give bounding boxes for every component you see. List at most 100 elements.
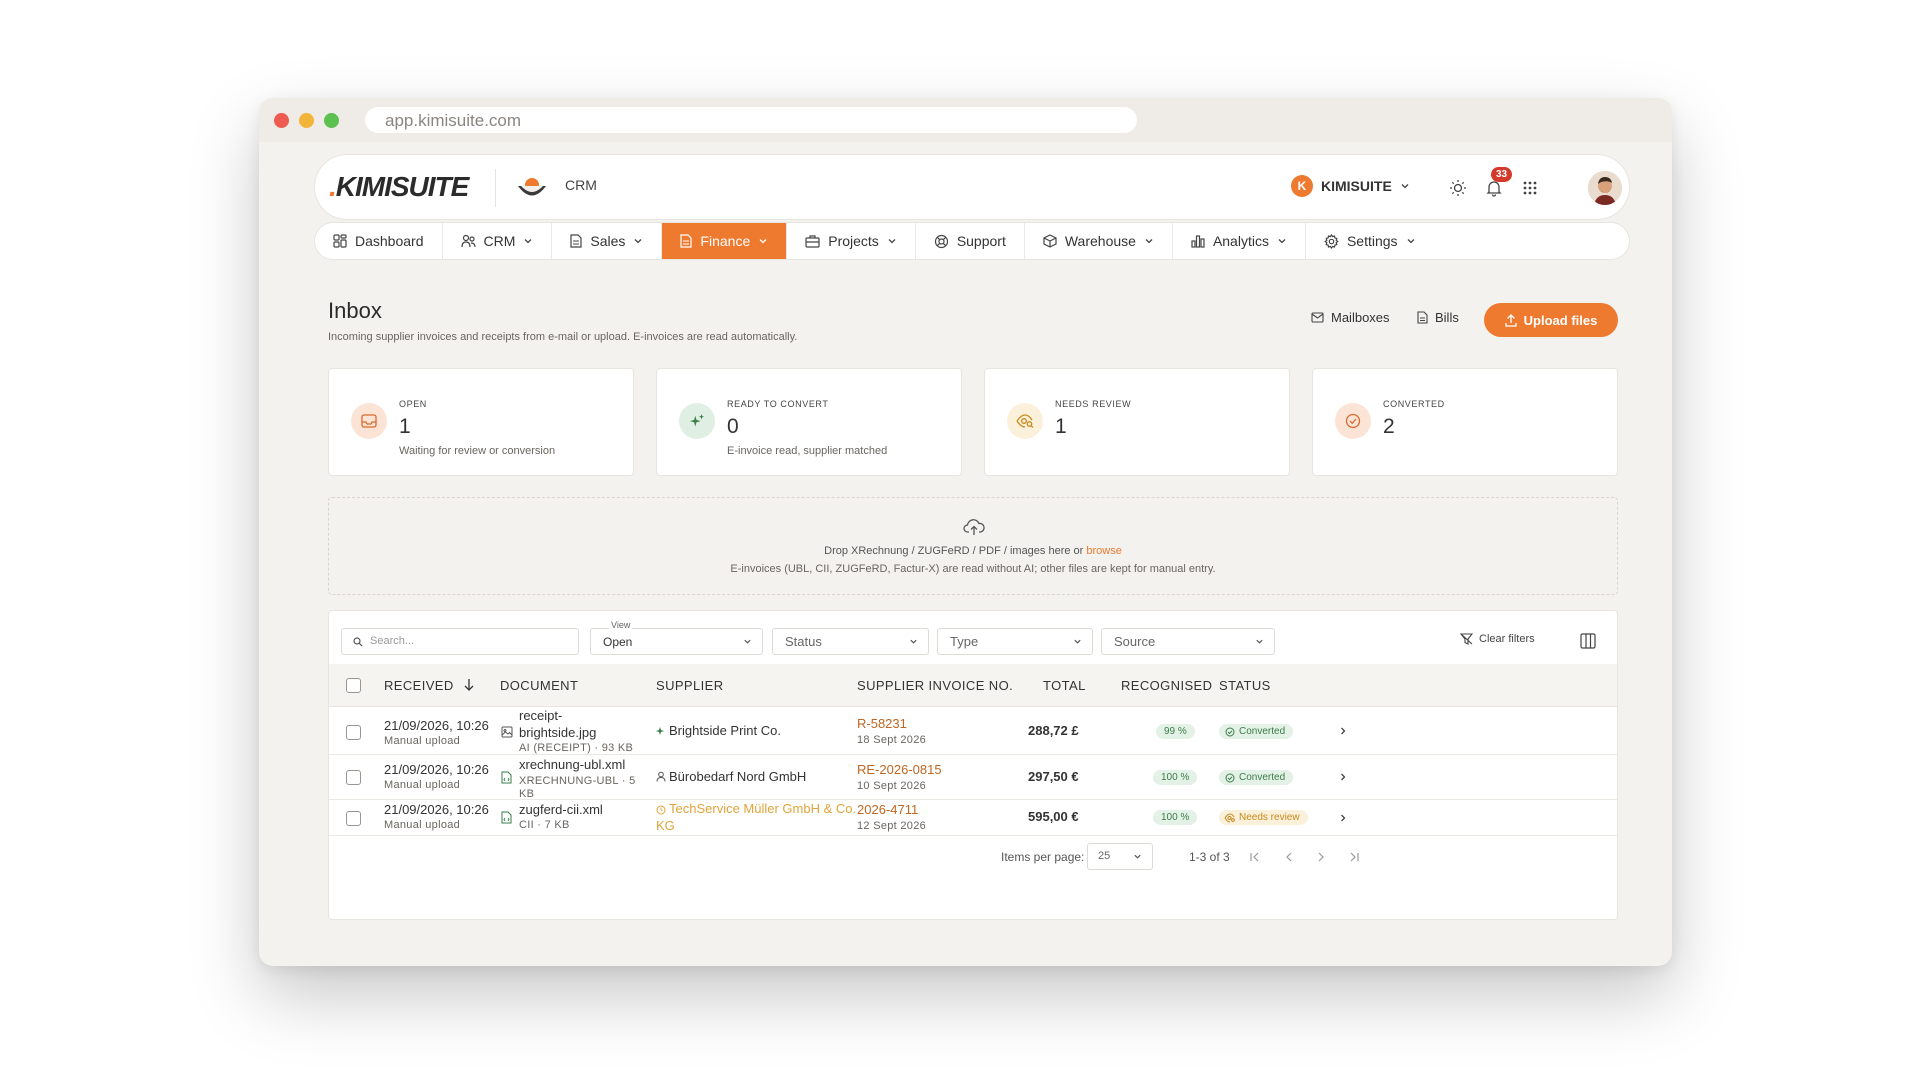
- next-page-icon[interactable]: [1315, 851, 1327, 863]
- total-amount: 297,50 €: [1028, 769, 1079, 784]
- document-name-1[interactable]: xrechnung-ubl.xml: [519, 757, 625, 772]
- address-bar[interactable]: app.kimisuite.com: [365, 107, 1137, 133]
- browse-link[interactable]: browse: [1086, 545, 1121, 557]
- status-filter-label: Status: [785, 634, 822, 649]
- items-per-page-select[interactable]: 25: [1087, 843, 1153, 870]
- status-filter[interactable]: Status: [772, 628, 929, 655]
- document-name-1[interactable]: receipt-: [519, 708, 562, 723]
- apps-button[interactable]: [1517, 175, 1543, 201]
- document-name-1[interactable]: zugferd-cii.xml: [519, 802, 603, 817]
- bills-label: Bills: [1435, 310, 1459, 325]
- previous-page-icon[interactable]: [1283, 851, 1295, 863]
- document-meta-2: KB: [519, 788, 535, 800]
- user-icon: [656, 771, 666, 782]
- stat-card-open[interactable]: OPEN 1 Waiting for review or conversion: [328, 368, 634, 476]
- source-filter[interactable]: Source: [1101, 628, 1275, 655]
- user-avatar[interactable]: [1588, 171, 1622, 205]
- column-recognised[interactable]: RECOGNISED: [1121, 678, 1212, 693]
- view-select[interactable]: View Open: [590, 620, 763, 655]
- supplier-name[interactable]: Bürobedarf Nord GmbH: [669, 769, 806, 784]
- supplier-name-2[interactable]: KG: [656, 818, 675, 833]
- browser-chrome: app.kimisuite.com: [259, 98, 1672, 142]
- grid-icon: [1523, 181, 1537, 195]
- total-amount: 595,00 €: [1028, 809, 1079, 824]
- maximize-window-button[interactable]: [324, 113, 339, 128]
- invoice-number[interactable]: R-58231: [857, 716, 907, 731]
- file-dropzone[interactable]: Drop XRechnung / ZUGFeRD / PDF / images …: [328, 497, 1618, 595]
- type-filter-label: Type: [950, 634, 979, 649]
- notifications-button[interactable]: 33: [1481, 167, 1513, 201]
- nav-item-projects[interactable]: Projects: [787, 223, 916, 259]
- bar-chart-icon: [1191, 235, 1205, 248]
- table-row[interactable]: 21/09/2026, 10:26 Manual upload zugferd-…: [329, 800, 1617, 836]
- column-supplier[interactable]: SUPPLIER: [656, 678, 724, 693]
- close-window-button[interactable]: [274, 113, 289, 128]
- nav-item-analytics[interactable]: Analytics: [1173, 223, 1306, 259]
- table-row[interactable]: 21/09/2026, 10:26 Manual upload xrechnun…: [329, 755, 1617, 800]
- row-checkbox[interactable]: [346, 811, 361, 826]
- status-text: Needs review: [1239, 812, 1300, 823]
- received-source: Manual upload: [384, 735, 461, 747]
- nav-item-crm[interactable]: CRM: [443, 223, 553, 259]
- search-input[interactable]: Search...: [341, 628, 579, 655]
- select-all-checkbox[interactable]: [346, 678, 361, 693]
- stat-card-converted[interactable]: CONVERTED 2: [1312, 368, 1618, 476]
- dropzone-text: Drop XRechnung / ZUGFeRD / PDF / images …: [329, 545, 1617, 557]
- clear-filters-label: Clear filters: [1479, 633, 1535, 645]
- supplier-name[interactable]: Brightside Print Co.: [669, 723, 781, 738]
- first-page-icon[interactable]: [1249, 851, 1261, 863]
- theme-toggle-button[interactable]: [1445, 175, 1471, 201]
- nav-item-sales[interactable]: Sales: [552, 223, 663, 259]
- upload-files-button[interactable]: Upload files: [1484, 303, 1618, 337]
- stat-card-ready-to-convert[interactable]: READY TO CONVERT 0 E-invoice read, suppl…: [656, 368, 962, 476]
- stat-label: NEEDS REVIEW: [1055, 399, 1132, 409]
- nav-item-support[interactable]: Support: [916, 223, 1025, 259]
- invoice-number[interactable]: 2026-4711: [857, 802, 918, 817]
- stat-card-needs-review[interactable]: NEEDS REVIEW 1: [984, 368, 1290, 476]
- workspace-switcher[interactable]: K KIMISUITE: [1291, 175, 1410, 197]
- column-received[interactable]: RECEIVED: [384, 678, 454, 693]
- clear-filters-button[interactable]: Clear filters: [1460, 633, 1535, 645]
- header-divider: [495, 169, 496, 207]
- column-document[interactable]: DOCUMENT: [500, 678, 578, 693]
- nav-item-settings[interactable]: Settings: [1306, 223, 1434, 259]
- chevron-down-icon: [1145, 239, 1153, 244]
- upload-icon: [1505, 313, 1517, 327]
- inbox-icon: [351, 403, 387, 439]
- sort-down-icon[interactable]: [463, 678, 475, 692]
- recognised-badge: 99 %: [1156, 724, 1195, 739]
- code-file-icon: [501, 811, 512, 824]
- columns-icon[interactable]: [1580, 633, 1596, 649]
- column-total[interactable]: TOTAL: [1043, 678, 1086, 693]
- row-checkbox[interactable]: [346, 725, 361, 740]
- nav-item-dashboard[interactable]: Dashboard: [315, 223, 443, 259]
- bills-button[interactable]: Bills: [1417, 310, 1459, 325]
- chevron-down-icon: [759, 239, 767, 244]
- check-circle-icon: [1225, 727, 1235, 737]
- kimisuite-logo[interactable]: .KIMISUITE: [329, 171, 469, 203]
- chevron-right-icon[interactable]: [1338, 772, 1348, 782]
- nav-item-warehouse[interactable]: Warehouse: [1025, 223, 1173, 259]
- chevron-down-icon: [634, 239, 642, 244]
- supplier-name-1[interactable]: TechService Müller GmbH & Co.: [669, 801, 856, 816]
- nav-item-finance[interactable]: Finance: [662, 223, 788, 259]
- table-row[interactable]: 21/09/2026, 10:26 Manual upload receipt-…: [329, 707, 1617, 755]
- column-invoice-no[interactable]: SUPPLIER INVOICE NO.: [857, 678, 1013, 693]
- last-page-icon[interactable]: [1348, 851, 1360, 863]
- minimize-window-button[interactable]: [299, 113, 314, 128]
- invoice-date: 12 Sept 2026: [857, 820, 927, 832]
- chevron-right-icon[interactable]: [1338, 813, 1348, 823]
- document-icon: [680, 234, 693, 248]
- type-filter[interactable]: Type: [937, 628, 1093, 655]
- main-nav: Dashboard CRM Sales Finance Projects Sup…: [314, 222, 1630, 260]
- invoice-number[interactable]: RE-2026-0815: [857, 762, 942, 777]
- document-name-2[interactable]: brightside.jpg: [519, 725, 596, 740]
- invoice-date: 18 Sept 2026: [857, 734, 927, 746]
- row-checkbox[interactable]: [346, 770, 361, 785]
- chevron-right-icon[interactable]: [1338, 726, 1348, 736]
- column-status[interactable]: STATUS: [1219, 678, 1271, 693]
- stat-value: 1: [399, 415, 411, 438]
- status-text: Converted: [1239, 772, 1286, 783]
- mailboxes-button[interactable]: Mailboxes: [1311, 310, 1390, 325]
- document-meta: CII · 7 KB: [519, 819, 570, 831]
